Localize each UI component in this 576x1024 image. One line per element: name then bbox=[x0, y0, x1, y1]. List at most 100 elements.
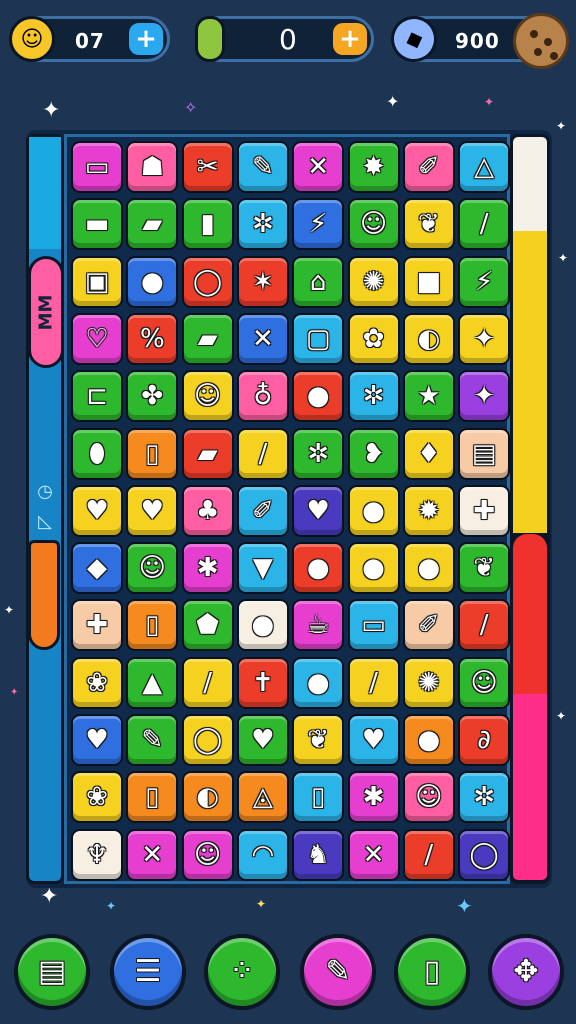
tile-r5-c2[interactable]: ✤ bbox=[126, 370, 179, 423]
tile-r3-c6[interactable]: ✺ bbox=[347, 255, 400, 308]
tile-r4-c6[interactable]: ✿ bbox=[347, 312, 400, 365]
tile-r5-c4[interactable]: ♁ bbox=[236, 370, 289, 423]
tile-r5-c3[interactable]: ☺ bbox=[181, 370, 234, 423]
tile-r11-c8[interactable]: ∂ bbox=[458, 714, 511, 766]
tile-r5-c8[interactable]: ✦ bbox=[458, 370, 511, 423]
tile-r10-c8[interactable]: ☺ bbox=[458, 656, 511, 709]
tile-r9-c5[interactable]: ☕ bbox=[292, 599, 345, 652]
tile-r3-c3[interactable]: ◯ bbox=[181, 255, 234, 308]
tile-r1-c6[interactable]: ✸ bbox=[347, 141, 400, 193]
tile-r12-c7[interactable]: ☺ bbox=[402, 771, 455, 824]
tile-r1-c4[interactable]: ✎ bbox=[236, 141, 289, 193]
tile-r8-c6[interactable]: ● bbox=[347, 542, 400, 595]
tile-r11-c2[interactable]: ✎ bbox=[126, 714, 179, 766]
tile-r8-c1[interactable]: ◆ bbox=[71, 542, 123, 595]
tile-r10-c2[interactable]: ▲ bbox=[126, 656, 179, 709]
tile-r7-c1[interactable]: ♥ bbox=[71, 484, 123, 537]
tile-r12-c2[interactable]: ▯ bbox=[126, 771, 179, 824]
tile-r2-c8[interactable]: / bbox=[458, 198, 511, 251]
tile-r6-c2[interactable]: ▯ bbox=[126, 427, 179, 480]
tile-r13-c8[interactable]: ◯ bbox=[458, 828, 511, 881]
tile-r1-c2[interactable]: ☗ bbox=[126, 141, 179, 193]
tile-r12-c5[interactable]: ▯ bbox=[292, 771, 345, 824]
ruler-icon[interactable]: ◺ bbox=[32, 508, 58, 534]
tile-r8-c2[interactable]: ☺ bbox=[126, 542, 179, 595]
tile-r12-c6[interactable]: ✱ bbox=[347, 771, 400, 824]
pencil-button[interactable]: ✎ bbox=[300, 934, 376, 1010]
tile-r2-c2[interactable]: ▰ bbox=[126, 198, 179, 251]
tile-r12-c8[interactable]: ✲ bbox=[458, 771, 511, 824]
tile-r4-c8[interactable]: ✦ bbox=[458, 312, 511, 365]
card-button[interactable]: ▯ bbox=[394, 934, 470, 1010]
tile-r13-c6[interactable]: ✕ bbox=[347, 828, 400, 881]
tile-r7-c3[interactable]: ♣ bbox=[181, 484, 234, 537]
dots-button[interactable]: ⁘ bbox=[204, 934, 280, 1010]
tile-r10-c1[interactable]: ❀ bbox=[71, 656, 123, 709]
tile-r3-c8[interactable]: ⚡ bbox=[458, 255, 511, 308]
tile-r7-c7[interactable]: ✹ bbox=[402, 484, 455, 537]
tile-r10-c6[interactable]: / bbox=[347, 656, 400, 709]
tile-r11-c6[interactable]: ♥ bbox=[347, 714, 400, 766]
tile-r9-c3[interactable]: ⬟ bbox=[181, 599, 234, 652]
tile-r10-c3[interactable]: / bbox=[181, 656, 234, 709]
tile-r6-c4[interactable]: / bbox=[236, 427, 289, 480]
tile-r8-c5[interactable]: ● bbox=[292, 542, 345, 595]
tile-r4-c4[interactable]: ✕ bbox=[236, 312, 289, 365]
tile-r2-c1[interactable]: ▬ bbox=[71, 198, 123, 251]
tile-r8-c4[interactable]: ▼ bbox=[236, 542, 289, 595]
tile-r7-c5[interactable]: ♥ bbox=[292, 484, 345, 537]
tile-r1-c7[interactable]: ✐ bbox=[402, 141, 455, 193]
tile-r3-c4[interactable]: ✶ bbox=[236, 255, 289, 308]
score-counter[interactable]: 0 + bbox=[195, 16, 374, 62]
tile-r8-c3[interactable]: ✱ bbox=[181, 542, 234, 595]
tile-r4-c3[interactable]: ▰ bbox=[181, 312, 234, 365]
tile-r8-c7[interactable]: ● bbox=[402, 542, 455, 595]
tile-r13-c4[interactable]: ◠ bbox=[236, 828, 289, 881]
tile-r1-c5[interactable]: ✕ bbox=[292, 141, 345, 193]
menu-book-button[interactable]: ▤ bbox=[14, 934, 90, 1010]
tile-r4-c1[interactable]: ♡ bbox=[71, 312, 123, 365]
clock-icon[interactable]: ◷ bbox=[32, 478, 58, 504]
tile-r13-c2[interactable]: ✕ bbox=[126, 828, 179, 881]
tile-r3-c7[interactable]: ■ bbox=[402, 255, 455, 308]
tile-r5-c6[interactable]: ✲ bbox=[347, 370, 400, 423]
tile-r2-c7[interactable]: ❦ bbox=[402, 198, 455, 251]
tile-r9-c1[interactable]: ✚ bbox=[71, 599, 123, 652]
lives-counter[interactable]: ☺ 07 + bbox=[9, 16, 170, 62]
tile-r9-c8[interactable]: / bbox=[458, 599, 511, 652]
tile-r1-c8[interactable]: △ bbox=[458, 141, 511, 193]
tile-r2-c3[interactable]: ▮ bbox=[181, 198, 234, 251]
tile-r4-c5[interactable]: ▢ bbox=[292, 312, 345, 365]
tile-r6-c6[interactable]: ❥ bbox=[347, 427, 400, 480]
add-lives-button[interactable]: + bbox=[129, 23, 163, 55]
gems-counter[interactable]: ◆ 900 bbox=[384, 9, 569, 69]
tile-r7-c8[interactable]: ✚ bbox=[458, 484, 511, 537]
tile-r5-c5[interactable]: ● bbox=[292, 370, 345, 423]
tile-r11-c7[interactable]: ● bbox=[402, 714, 455, 766]
tile-r9-c4[interactable]: ● bbox=[236, 599, 289, 652]
tile-r6-c3[interactable]: ▰ bbox=[181, 427, 234, 480]
tile-r9-c7[interactable]: ✐ bbox=[402, 599, 455, 652]
puzzle-button[interactable]: ✥ bbox=[488, 934, 564, 1010]
tile-r1-c3[interactable]: ✂ bbox=[181, 141, 234, 193]
tile-r11-c4[interactable]: ♥ bbox=[236, 714, 289, 766]
add-boosters-button[interactable]: + bbox=[333, 23, 367, 55]
tile-r8-c8[interactable]: ❦ bbox=[458, 542, 511, 595]
tile-r6-c1[interactable]: ⬮ bbox=[71, 427, 123, 480]
tile-r2-c4[interactable]: ✲ bbox=[236, 198, 289, 251]
tile-r11-c3[interactable]: ◯ bbox=[181, 714, 234, 766]
tile-r12-c3[interactable]: ◐ bbox=[181, 771, 234, 824]
tile-r11-c5[interactable]: ❦ bbox=[292, 714, 345, 766]
tile-r12-c1[interactable]: ❀ bbox=[71, 771, 123, 824]
tile-r10-c5[interactable]: ● bbox=[292, 656, 345, 709]
tile-r10-c7[interactable]: ✺ bbox=[402, 656, 455, 709]
list-button[interactable]: ☰ bbox=[110, 934, 186, 1010]
tile-r7-c6[interactable]: ● bbox=[347, 484, 400, 537]
tile-r5-c7[interactable]: ★ bbox=[402, 370, 455, 423]
tile-r6-c8[interactable]: ▤ bbox=[458, 427, 511, 480]
tile-r12-c4[interactable]: ◬ bbox=[236, 771, 289, 824]
tile-r6-c7[interactable]: ♦ bbox=[402, 427, 455, 480]
tile-r9-c2[interactable]: ▯ bbox=[126, 599, 179, 652]
tile-r5-c1[interactable]: ⊏ bbox=[71, 370, 123, 423]
tile-r13-c1[interactable]: ♆ bbox=[71, 828, 123, 881]
